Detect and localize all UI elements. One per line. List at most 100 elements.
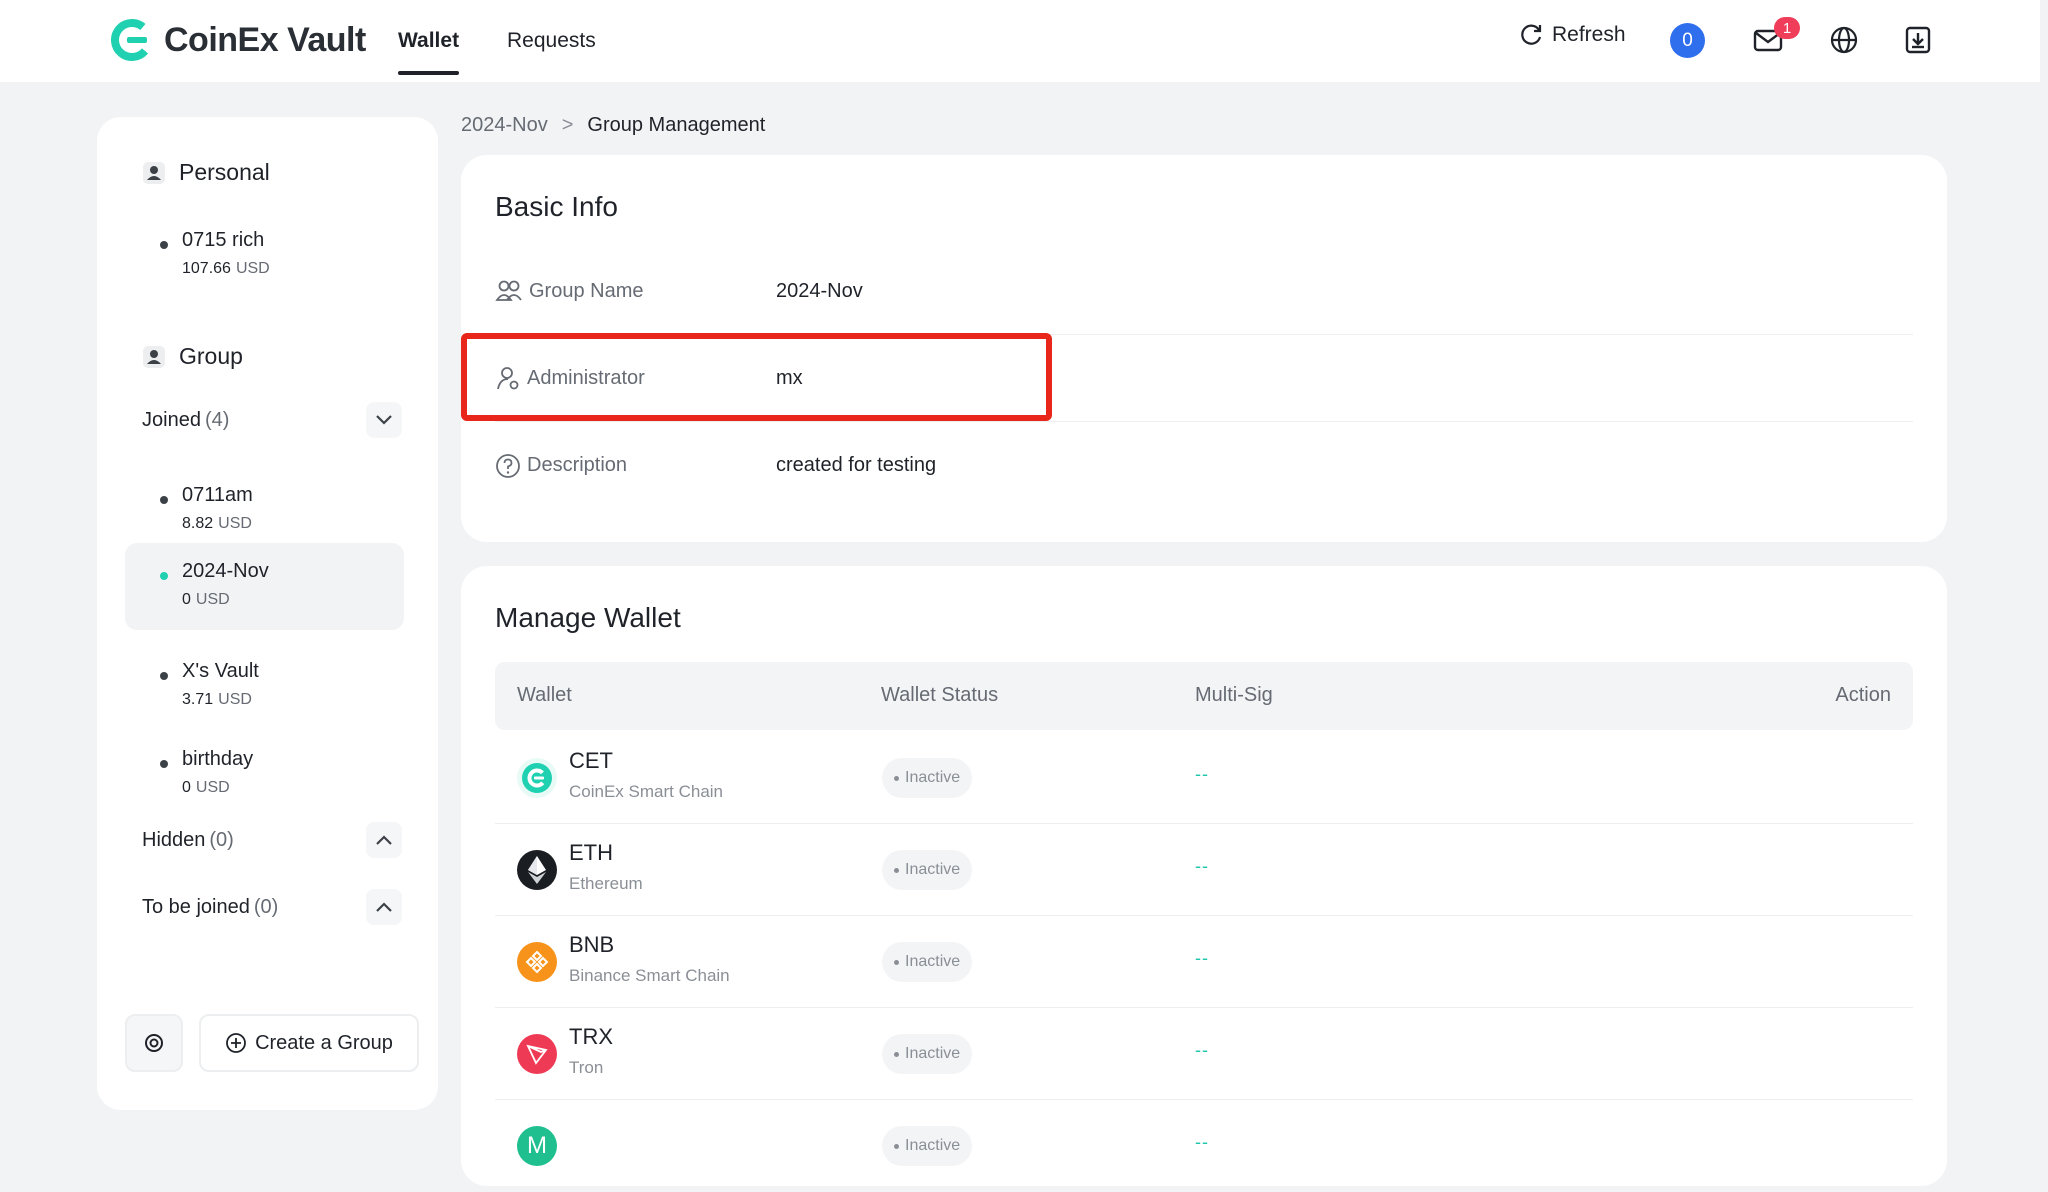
to-be-joined-toggle[interactable]: To be joined (0) [142,887,402,927]
col-wallet-status: Wallet Status [881,684,999,706]
col-wallet: Wallet [517,684,572,706]
group-amount: 8.82 USD [182,515,252,532]
group-title: Group [179,343,243,369]
group-section-header: Group [143,343,243,370]
tab-requests[interactable]: Requests [507,0,596,82]
create-group-button[interactable]: Create a Group [199,1014,419,1072]
group-amount: 0 USD [182,779,230,796]
coin-chain: Binance Smart Chain [569,966,730,985]
status-badge: Inactive [882,942,973,982]
description-value: created for testing [776,454,937,476]
manage-wallet-title: Manage Wallet [495,602,681,633]
chevron-down-icon [366,402,402,438]
status-badge: Inactive [882,1034,973,1074]
brand-name: CoinEx Vault [164,20,366,59]
hidden-toggle[interactable]: Hidden (0) [142,820,402,860]
status-badge: Inactive [882,1126,973,1166]
info-label: Description [495,453,776,479]
group-name: birthday [182,748,254,770]
globe-icon[interactable] [1828,24,1860,56]
m-coin-icon: M [517,1126,557,1166]
to-be-joined-label: To be joined (0) [142,895,279,918]
page-scrollbar[interactable] [2040,0,2048,1151]
multisig-value: -- [1195,1132,1209,1152]
coinex-logo-icon [111,19,153,61]
brand-logo[interactable]: CoinEx Vault [110,18,366,62]
coin-symbol: CET [569,748,613,773]
hidden-label: Hidden (0) [142,828,234,851]
sidebar-item-group-2024-nov[interactable]: 2024-Nov 0 USD [125,543,404,630]
cet-coin-icon [517,758,557,798]
joined-label: Joined (4) [142,408,230,431]
coin-symbol: TRX [569,1024,613,1049]
wallet-amount: 107.66 USD [182,260,270,277]
bullet-dot [160,241,168,249]
multisig-value: -- [1195,764,1209,784]
mail-count-badge: 1 [1774,17,1800,39]
breadcrumb-separator: > [561,114,574,136]
question-circle-icon [496,453,520,478]
sidebar-item-group-xs-vault[interactable]: X's Vault 3.71 USD [97,650,438,728]
breadcrumb-current: Group Management [587,114,766,136]
person-icon [143,161,165,184]
info-label: Group Name [495,278,776,304]
sidebar-item-group-birthday[interactable]: birthday 0 USD [97,738,438,816]
multisig-value: -- [1195,1040,1209,1060]
bullet-dot [160,760,168,768]
coin-chain: Tron [569,1058,604,1077]
pending-count-badge[interactable]: 0 [1670,23,1705,58]
info-row-group-name: Group Name 2024-Nov [495,248,1913,335]
info-row-description: Description created for testing [495,422,1913,509]
settings-button[interactable] [125,1014,183,1072]
coin-chain: CoinEx Smart Chain [569,782,724,801]
trx-coin-icon [517,1034,557,1074]
coin-chain: Ethereum [569,874,643,893]
refresh-icon [1521,24,1542,45]
sidebar: Personal 0715 rich 107.66 USD Group Joine… [97,117,438,1110]
table-row[interactable]: M Inactive -- [495,1100,1913,1192]
group-name: 0711am [182,484,253,506]
gear-icon [145,1034,163,1052]
basic-info-title: Basic Info [495,191,618,222]
col-action: Action [1835,684,1891,706]
table-row[interactable]: ETH Ethereum Inactive -- [495,824,1913,916]
table-row[interactable]: TRX Tron Inactive -- [495,1008,1913,1100]
person-icon [143,345,165,368]
sidebar-item-personal-0715-rich[interactable]: 0715 rich 107.66 USD [97,219,438,297]
status-badge: Inactive [882,758,973,798]
group-amount: 0 USD [182,591,230,608]
tab-wallet[interactable]: Wallet [398,0,460,82]
table-row[interactable]: CET CoinEx Smart Chain Inactive -- [495,732,1913,824]
table-row[interactable]: BNB Binance Smart Chain Inactive -- [495,916,1913,1008]
bullet-dot-active [160,572,168,580]
refresh-button[interactable]: Refresh [1518,22,1626,48]
group-people-icon [495,280,522,301]
chevron-up-icon [366,822,402,858]
refresh-label: Refresh [1552,23,1626,46]
sidebar-item-group-0711am[interactable]: 0711am 8.82 USD [97,474,438,552]
top-bar: CoinEx Vault Wallet Requests Refresh 0 1 [0,0,2048,82]
group-amount: 3.71 USD [182,691,252,708]
multisig-value: -- [1195,948,1209,968]
personal-section-header: Personal [143,159,270,186]
wallet-table-header: Wallet Wallet Status Multi-Sig Action [495,662,1913,730]
create-group-label: Create a Group [255,1031,393,1054]
bnb-coin-icon [517,942,557,982]
eth-coin-icon [517,850,557,890]
coin-symbol: BNB [569,932,615,957]
download-icon[interactable] [1902,24,1934,56]
chevron-up-icon [366,889,402,925]
joined-toggle[interactable]: Joined (4) [142,400,402,440]
administrator-highlight [461,333,1052,421]
bullet-dot [160,672,168,680]
group-name-value: 2024-Nov [776,279,863,302]
wallet-name: 0715 rich [182,229,265,251]
group-name: 2024-Nov [182,560,269,582]
breadcrumb: 2024-Nov > Group Management [461,114,765,137]
breadcrumb-parent[interactable]: 2024-Nov [461,114,548,137]
coin-symbol: ETH [569,840,613,865]
add-circle-icon [226,1033,246,1053]
status-badge: Inactive [882,850,973,890]
multisig-value: -- [1195,856,1209,876]
col-multi-sig: Multi-Sig [1195,684,1273,706]
